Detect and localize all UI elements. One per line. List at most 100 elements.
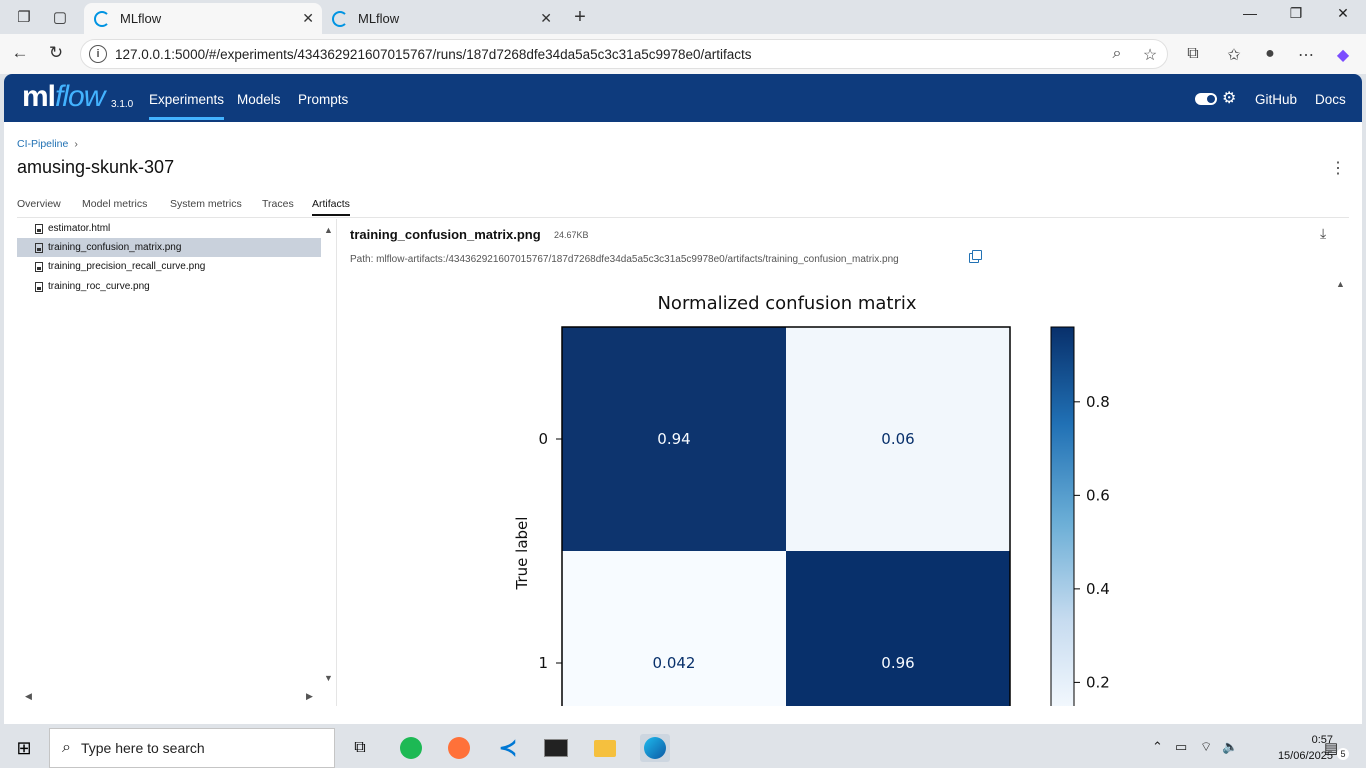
favorite-star-icon[interactable]: ☆ <box>1140 45 1160 65</box>
y-axis-label: True label <box>513 517 531 591</box>
scroll-right-icon[interactable]: ▶ <box>306 691 313 702</box>
colorbar <box>1050 326 1075 706</box>
close-tab-icon[interactable]: ✕ <box>302 10 314 27</box>
terminal-icon[interactable] <box>541 734 571 762</box>
cell-value-label: 0.94 <box>657 430 690 448</box>
top-nav: mlflow 3.1.0 Experiments Models Prompts … <box>4 74 1362 122</box>
search-icon: ⌕ <box>62 739 71 756</box>
mlflow-logo[interactable]: mlflow <box>22 80 105 114</box>
mlflow-app: mlflow 3.1.0 Experiments Models Prompts … <box>4 74 1362 724</box>
browser-tab-active[interactable]: MLflow ✕ <box>84 3 322 34</box>
back-icon[interactable]: ← <box>8 43 32 63</box>
nav-experiments[interactable]: Experiments <box>149 92 225 120</box>
artifact-path: Path: mlflow-artifacts:/4343629216070157… <box>350 254 899 265</box>
scroll-up-icon[interactable]: ▲ <box>1336 279 1345 289</box>
image-file-icon <box>35 261 43 272</box>
confusion-matrix-chart: Normalized confusion matrix 0.94 0.06 0.04… <box>493 289 1153 706</box>
close-window-icon[interactable]: ✕ <box>1331 5 1355 22</box>
task-view-icon[interactable]: ⧉ <box>345 734 375 762</box>
image-file-icon <box>35 242 43 253</box>
windows-start-icon[interactable]: ⊞ <box>9 734 39 762</box>
volume-icon[interactable]: 🔈 <box>1222 739 1238 755</box>
nav-prompts[interactable]: Prompts <box>298 92 348 107</box>
tab-system-metrics[interactable]: System metrics <box>170 198 242 210</box>
tab-divider <box>17 217 1349 218</box>
tab-actions-icon[interactable]: ▢ <box>49 6 71 28</box>
file-icon <box>35 223 43 234</box>
mlflow-favicon-icon <box>332 10 348 27</box>
notification-count-badge: 5 <box>1337 748 1349 760</box>
show-hidden-icons[interactable]: ⌃ <box>1152 739 1163 755</box>
settings-gear-icon[interactable]: ⚙ <box>1222 88 1236 108</box>
tab-artifacts[interactable]: Artifacts <box>312 198 350 216</box>
file-item-confusion-matrix[interactable]: training_confusion_matrix.png <box>17 238 321 257</box>
file-name: training_confusion_matrix.png <box>48 242 182 253</box>
y-tick-label: 0 <box>538 430 548 448</box>
extensions-icon[interactable]: ⧉ <box>1183 45 1203 63</box>
windows-taskbar: ⊞ ⌕ Type here to search ⧉ ≺ ⌃ ▭ ⌔ 🔈 0:57… <box>0 728 1366 768</box>
scroll-up-icon[interactable]: ▲ <box>324 225 333 235</box>
vscode-icon[interactable]: ≺ <box>493 734 523 762</box>
cell-value-label: 0.042 <box>653 654 696 672</box>
page-title: amusing-skunk-307 <box>17 157 175 177</box>
kebab-menu-icon[interactable]: ⋮ <box>1330 158 1346 178</box>
cell-value-label: 0.96 <box>881 654 914 672</box>
minimize-icon[interactable]: — <box>1238 5 1262 21</box>
nav-models[interactable]: Models <box>237 92 281 107</box>
favorites-icon[interactable]: ✩ <box>1224 45 1244 65</box>
dark-mode-toggle[interactable] <box>1195 93 1217 105</box>
battery-icon[interactable]: ▭ <box>1175 739 1187 755</box>
file-item-precision-recall[interactable]: training_precision_recall_curve.png <box>17 257 321 276</box>
new-tab-icon[interactable]: + <box>569 6 591 28</box>
chart-title: Normalized confusion matrix <box>657 293 916 314</box>
url-text: 127.0.0.1:5000/#/experiments/43436292160… <box>115 46 752 62</box>
artifact-viewer: training_confusion_matrix.png 24.67KB ⤓ … <box>338 219 1348 706</box>
mlflow-favicon-icon <box>94 10 110 27</box>
browser-tab[interactable]: MLflow ✕ <box>322 3 560 34</box>
profile-avatar-icon[interactable]: ● <box>1260 45 1280 63</box>
address-bar-row: ← ↻ i 127.0.0.1:5000/#/experiments/43436… <box>0 34 1366 74</box>
url-field[interactable]: i 127.0.0.1:5000/#/experiments/434362921… <box>80 39 1168 69</box>
wifi-icon[interactable]: ⌔ <box>1200 739 1212 755</box>
breadcrumb-experiment-link[interactable]: CI-Pipeline <box>17 138 68 150</box>
tab-overview[interactable]: Overview <box>17 198 61 210</box>
copy-path-icon[interactable] <box>969 250 982 263</box>
cell-value-label: 0.06 <box>881 430 914 448</box>
search-placeholder: Type here to search <box>80 740 205 756</box>
chevron-right-icon: › <box>74 138 78 150</box>
artifact-file-size: 24.67KB <box>554 230 589 240</box>
copilot-icon[interactable]: ◆ <box>1333 45 1353 65</box>
file-name: training_precision_recall_curve.png <box>48 261 206 272</box>
file-explorer-icon[interactable] <box>590 734 620 762</box>
docs-link[interactable]: Docs <box>1315 92 1346 107</box>
tab-model-metrics[interactable]: Model metrics <box>82 198 147 210</box>
file-name: training_roc_curve.png <box>48 281 150 292</box>
file-item-roc-curve[interactable]: training_roc_curve.png <box>17 277 321 296</box>
edge-icon[interactable] <box>640 734 670 762</box>
matrix-cell <box>786 551 1010 706</box>
close-tab-icon[interactable]: ✕ <box>540 10 552 27</box>
browser-tab-bar: ❐ ▢ MLflow ✕ MLflow ✕ + — ❐ ✕ <box>0 0 1366 34</box>
matrix-cell <box>562 551 786 706</box>
scroll-left-icon[interactable]: ◀ <box>25 691 32 702</box>
workspaces-icon[interactable]: ❐ <box>13 6 35 28</box>
github-link[interactable]: GitHub <box>1255 92 1297 107</box>
download-icon[interactable]: ⤓ <box>1320 225 1326 242</box>
zoom-icon[interactable]: ⌕ <box>1107 45 1127 63</box>
spotify-icon[interactable] <box>396 734 426 762</box>
scroll-down-icon[interactable]: ▼ <box>324 673 333 683</box>
reload-icon[interactable]: ↻ <box>44 43 68 63</box>
y-tick-label: 1 <box>538 654 548 672</box>
artifact-file-tree: estimator.html training_confusion_matrix… <box>17 219 337 706</box>
colorbar-tick-label: 0.2 <box>1086 673 1110 691</box>
more-icon[interactable]: ⋯ <box>1296 45 1316 65</box>
firefox-icon[interactable] <box>444 734 474 762</box>
site-info-icon[interactable]: i <box>89 45 107 63</box>
colorbar-tick-label: 0.4 <box>1086 580 1110 598</box>
tab-traces[interactable]: Traces <box>262 198 294 210</box>
restore-icon[interactable]: ❐ <box>1284 5 1308 22</box>
breadcrumb: CI-Pipeline › <box>17 138 78 150</box>
taskbar-search[interactable]: ⌕ Type here to search <box>49 728 335 768</box>
file-item-estimator[interactable]: estimator.html <box>17 219 321 238</box>
file-name: estimator.html <box>48 223 111 234</box>
